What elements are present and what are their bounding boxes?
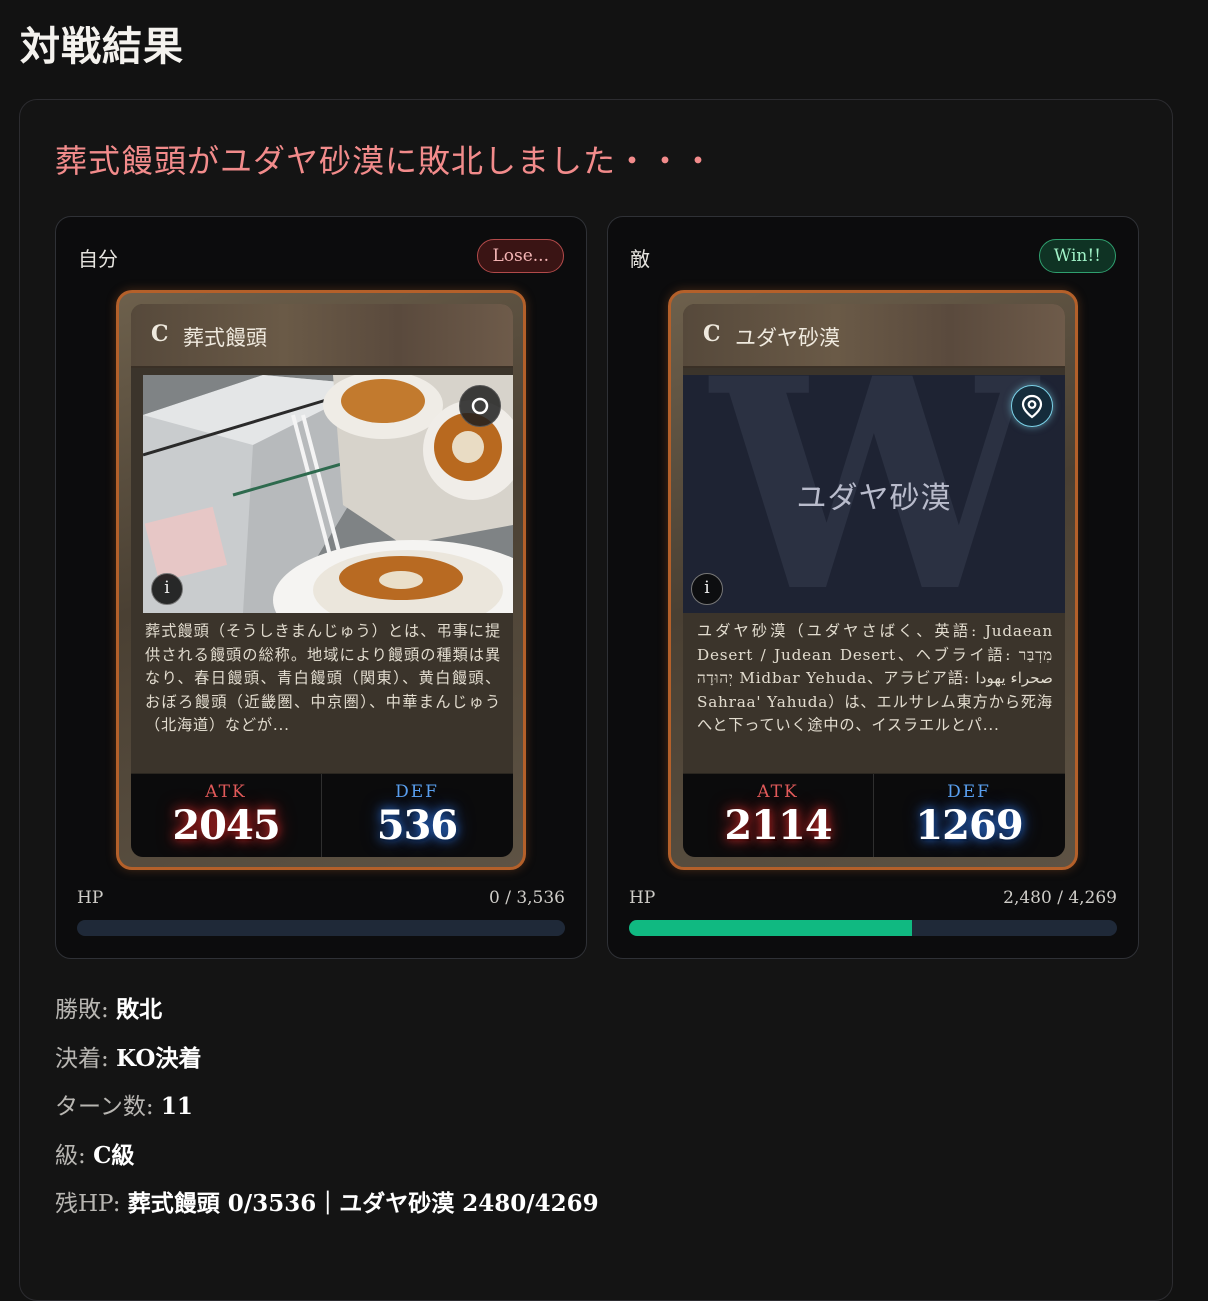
card-rarity: C xyxy=(151,321,169,347)
outcome-label: 勝敗: xyxy=(55,997,109,1023)
atk-label: ATK xyxy=(205,782,247,802)
decision-value: KO決着 xyxy=(116,1044,202,1072)
card-name-bar: C ユダヤ砂漠 xyxy=(683,304,1065,368)
enemy-hp-fill xyxy=(629,920,913,936)
card-name-bar: C 葬式饅頭 xyxy=(131,304,513,368)
battle-result-panel: 葬式饅頭がユダヤ砂漠に敗北しました・・・ 自分 Lose... C 葬式饅頭 i… xyxy=(19,99,1173,1301)
class-label: 級: xyxy=(55,1142,86,1169)
enemy-hp-label: HP xyxy=(629,888,656,908)
battle-summary: 勝敗: 敗北 決着: KO決着 ターン数: 11 級: C級 残HP: 葬式饅頭… xyxy=(55,990,599,1233)
enemy-side-panel: 敵 Win!! C ユダヤ砂漠 W ユダヤ砂漠 i ユダヤ砂漠（ユダヤさばく、英… xyxy=(607,216,1139,959)
card-image: i xyxy=(143,375,513,613)
card-stats: ATK 2114 DEF 1269 xyxy=(683,773,1065,857)
player-hp-bar xyxy=(77,920,565,936)
summary-outcome: 勝敗: 敗北 xyxy=(55,990,599,1039)
atk-stat: ATK 2114 xyxy=(683,774,874,857)
enemy-hp-bar xyxy=(629,920,1117,936)
placeholder-title: ユダヤ砂漠 xyxy=(796,481,952,516)
remaining-hp-value: 葬式饅頭 0/3536｜ユダヤ砂漠 2480/4269 xyxy=(127,1190,599,1217)
player-card[interactable]: C 葬式饅頭 i 葬式饅頭（そうしきまんじゅう）とは、弔事に提供される饅頭の総称… xyxy=(116,290,526,870)
circle-toggle-button[interactable] xyxy=(459,385,501,427)
def-label: DEF xyxy=(947,782,991,802)
enemy-card[interactable]: C ユダヤ砂漠 W ユダヤ砂漠 i ユダヤ砂漠（ユダヤさばく、英語: Judae… xyxy=(668,290,1078,870)
turns-value: 11 xyxy=(160,1093,193,1120)
class-value: C級 xyxy=(93,1141,135,1169)
summary-decision: 決着: KO決着 xyxy=(55,1039,599,1088)
atk-label: ATK xyxy=(757,782,799,802)
enemy-hp-value: 2,480 / 4,269 xyxy=(1003,888,1117,908)
player-side-panel: 自分 Lose... C 葬式饅頭 i 葬式饅頭（そうしきまんじゅう）とは、弔事… xyxy=(55,216,587,959)
lose-badge: Lose... xyxy=(477,239,564,273)
result-headline: 葬式饅頭がユダヤ砂漠に敗北しました・・・ xyxy=(55,142,716,180)
summary-remaining-hp: 残HP: 葬式饅頭 0/3536｜ユダヤ砂漠 2480/4269 xyxy=(55,1184,599,1233)
def-stat: DEF 1269 xyxy=(874,774,1064,857)
circle-icon xyxy=(471,397,489,415)
summary-turns: ターン数: 11 xyxy=(55,1087,599,1136)
card-stats: ATK 2045 DEF 536 xyxy=(131,773,513,857)
atk-stat: ATK 2045 xyxy=(131,774,322,857)
page-title: 対戦結果 xyxy=(20,23,184,70)
card-image-placeholder: W ユダヤ砂漠 i xyxy=(683,375,1065,613)
player-hp-value: 0 / 3,536 xyxy=(488,888,565,908)
win-badge: Win!! xyxy=(1038,239,1116,273)
player-card-face: C 葬式饅頭 i 葬式饅頭（そうしきまんじゅう）とは、弔事に提供される饅頭の総称… xyxy=(131,304,513,857)
enemy-side-label: 敵 xyxy=(630,247,650,271)
atk-value: 2045 xyxy=(172,802,280,849)
location-button[interactable] xyxy=(1011,385,1053,427)
card-rarity: C xyxy=(703,321,721,347)
summary-class: 級: C級 xyxy=(55,1136,599,1185)
info-button[interactable]: i xyxy=(691,573,723,605)
player-side-label: 自分 xyxy=(78,247,118,271)
player-hp-label: HP xyxy=(77,888,104,908)
def-stat: DEF 536 xyxy=(322,774,512,857)
def-value: 536 xyxy=(376,802,459,849)
turns-label: ターン数: xyxy=(55,1094,154,1120)
remaining-hp-label: 残HP: xyxy=(55,1191,121,1217)
def-value: 1269 xyxy=(915,802,1023,849)
card-description: ユダヤ砂漠（ユダヤさばく、英語: Judaean Desert / Judean… xyxy=(697,622,1053,734)
atk-value: 2114 xyxy=(724,802,832,849)
enemy-card-face: C ユダヤ砂漠 W ユダヤ砂漠 i ユダヤ砂漠（ユダヤさばく、英語: Judae… xyxy=(683,304,1065,857)
decision-label: 決着: xyxy=(55,1045,109,1072)
card-name: ユダヤ砂漠 xyxy=(735,326,840,350)
manju-photo-illustration xyxy=(143,375,513,613)
info-button[interactable]: i xyxy=(151,573,183,605)
card-name: 葬式饅頭 xyxy=(183,326,267,350)
outcome-value: 敗北 xyxy=(116,996,163,1023)
def-label: DEF xyxy=(395,782,439,802)
card-description: 葬式饅頭（そうしきまんじゅう）とは、弔事に提供される饅頭の総称。地域により饅頭の… xyxy=(145,622,501,734)
map-pin-icon xyxy=(1021,394,1043,419)
